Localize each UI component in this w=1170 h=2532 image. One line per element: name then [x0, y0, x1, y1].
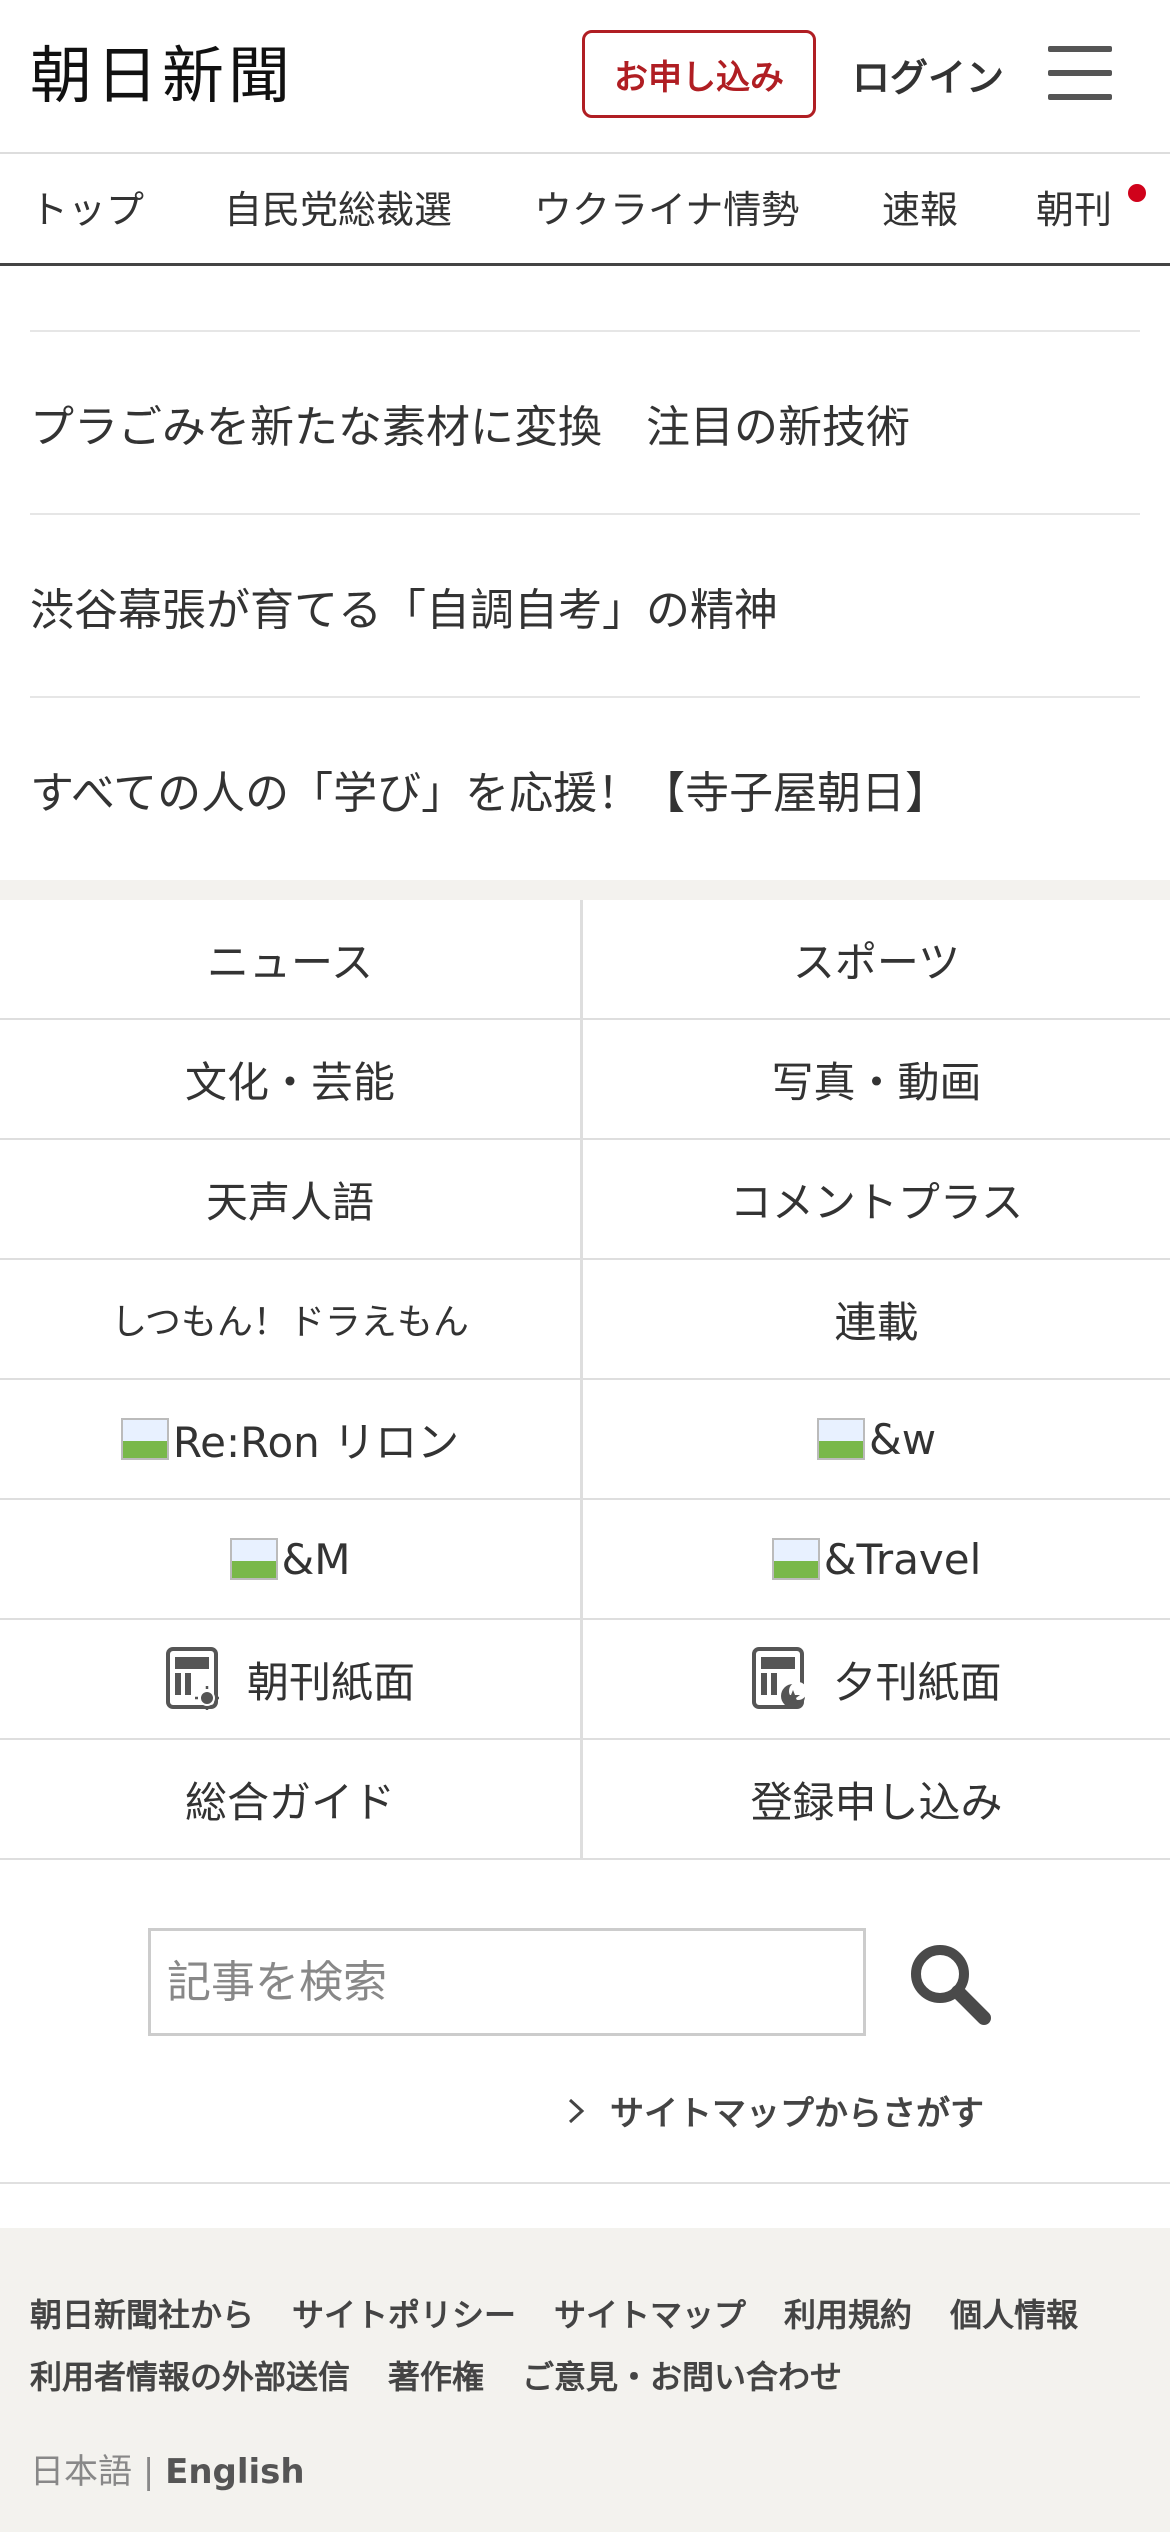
- evening-paper-icon: [752, 1647, 808, 1709]
- site-footer: 朝日新聞社から サイトポリシー サイトマップ 利用規約 個人情報 利用者情報の外部送信著…: [0, 2228, 1170, 2532]
- grid-item-photo-video[interactable]: 写真・動画: [583, 1020, 1170, 1140]
- broken-image-icon: [816, 1418, 865, 1460]
- grid-item-reron[interactable]: Re:Ron リロン: [0, 1380, 583, 1500]
- morning-paper-icon: [165, 1647, 219, 1710]
- grid-item-series[interactable]: 連載: [583, 1260, 1170, 1380]
- search-section: サイトマップからさがす: [0, 1858, 1170, 2184]
- nav-item-ukraine[interactable]: ウクライナ情勢: [534, 182, 799, 238]
- grid-item-culture[interactable]: 文化・芸能: [0, 1020, 583, 1140]
- section-grid: ニュース スポーツ 文化・芸能 写真・動画 天声人語 コメントプラス しつもん！…: [0, 880, 1170, 1860]
- list-item[interactable]: すべての人の「学び」を応援！【寺子屋朝日】: [30, 696, 1140, 879]
- grid-item-and-travel[interactable]: &Travel: [583, 1500, 1170, 1620]
- grid-item-label: &w: [868, 1414, 937, 1464]
- grid-item-comment-plus[interactable]: コメントプラス: [583, 1140, 1170, 1260]
- nav-item-top[interactable]: トップ: [30, 182, 144, 238]
- grid-item-label: Re:Ron リロン: [172, 1417, 460, 1467]
- nav-item-morning-edition[interactable]: 朝刊: [1036, 182, 1112, 238]
- grid-item-label: 夕刊紙面: [833, 1657, 1002, 1707]
- login-button[interactable]: ログイン: [852, 36, 1004, 112]
- grid-item-label: &Travel: [823, 1534, 982, 1584]
- grid-item-news[interactable]: ニュース: [0, 900, 583, 1020]
- grid-item-label: &M: [281, 1534, 351, 1584]
- broken-image-icon: [120, 1418, 169, 1460]
- search-input[interactable]: [148, 1928, 866, 2036]
- sitemap-label: サイトマップからさがす: [610, 2094, 984, 2134]
- footer-link-terms[interactable]: 利用規約: [784, 2296, 912, 2334]
- category-nav: トップ 自民党総裁選 ウクライナ情勢 速報 朝刊: [0, 152, 1170, 266]
- grid-item-and-m[interactable]: &M: [0, 1500, 583, 1620]
- footer-link-sitemap[interactable]: サイトマップ: [554, 2296, 746, 2334]
- grid-item-morning-paper[interactable]: 朝刊紙面: [0, 1620, 583, 1740]
- grid-item-guide[interactable]: 総合ガイド: [0, 1740, 583, 1860]
- footer-link-privacy[interactable]: 個人情報: [950, 2296, 1078, 2334]
- site-logo[interactable]: 朝日新聞: [30, 36, 294, 116]
- search-icon[interactable]: [906, 1940, 994, 2028]
- nav-item-election[interactable]: 自民党総裁選: [224, 182, 452, 238]
- hamburger-menu-icon[interactable]: [1048, 46, 1112, 100]
- footer-links: 朝日新聞社から サイトポリシー サイトマップ 利用規約 個人情報 利用者情報の外部送信著…: [30, 2284, 1140, 2408]
- list-item[interactable]: 渋谷幕張が育てる「自調自考」の精神: [30, 513, 1140, 696]
- language-switcher: 日本語 | English: [30, 2444, 305, 2493]
- broken-image-icon: [229, 1538, 278, 1580]
- footer-link-contact[interactable]: ご意見・お問い合わせ: [522, 2358, 842, 2396]
- featured-links: プラごみを新たな素材に変換 注目の新技術 渋谷幕張が育てる「自調自考」の精神 す…: [30, 330, 1140, 879]
- grid-item-tensei-jingo[interactable]: 天声人語: [0, 1140, 583, 1260]
- broken-image-icon: [771, 1538, 820, 1580]
- nav-item-breaking[interactable]: 速報: [882, 182, 958, 238]
- grid-item-and-w[interactable]: &w: [583, 1380, 1170, 1500]
- new-badge-dot: [1128, 184, 1146, 202]
- footer-link-copyright[interactable]: 著作権: [388, 2358, 484, 2396]
- footer-link-external-transmission[interactable]: 利用者情報の外部送信: [30, 2358, 350, 2396]
- grid-item-doraemon[interactable]: しつもん！ドラえもん: [0, 1260, 583, 1380]
- footer-link-site-policy[interactable]: サイトポリシー: [292, 2296, 516, 2334]
- signup-button[interactable]: お申し込み: [582, 30, 816, 118]
- grid-item-sports[interactable]: スポーツ: [583, 900, 1170, 1020]
- lang-english[interactable]: English: [165, 2452, 305, 2492]
- footer-link-company[interactable]: 朝日新聞社から: [30, 2296, 254, 2334]
- chevron-right-icon: [568, 2098, 585, 2123]
- lang-japanese[interactable]: 日本語: [30, 2452, 132, 2492]
- sitemap-link[interactable]: サイトマップからさがす: [566, 2086, 984, 2135]
- grid-item-register[interactable]: 登録申し込み: [583, 1740, 1170, 1860]
- grid-item-label: 朝刊紙面: [246, 1657, 415, 1707]
- lang-separator: |: [142, 2452, 155, 2492]
- list-item[interactable]: プラごみを新たな素材に変換 注目の新技術: [30, 330, 1140, 513]
- site-header: 朝日新聞 お申し込み ログイン: [0, 0, 1170, 152]
- grid-item-evening-paper[interactable]: 夕刊紙面: [583, 1620, 1170, 1740]
